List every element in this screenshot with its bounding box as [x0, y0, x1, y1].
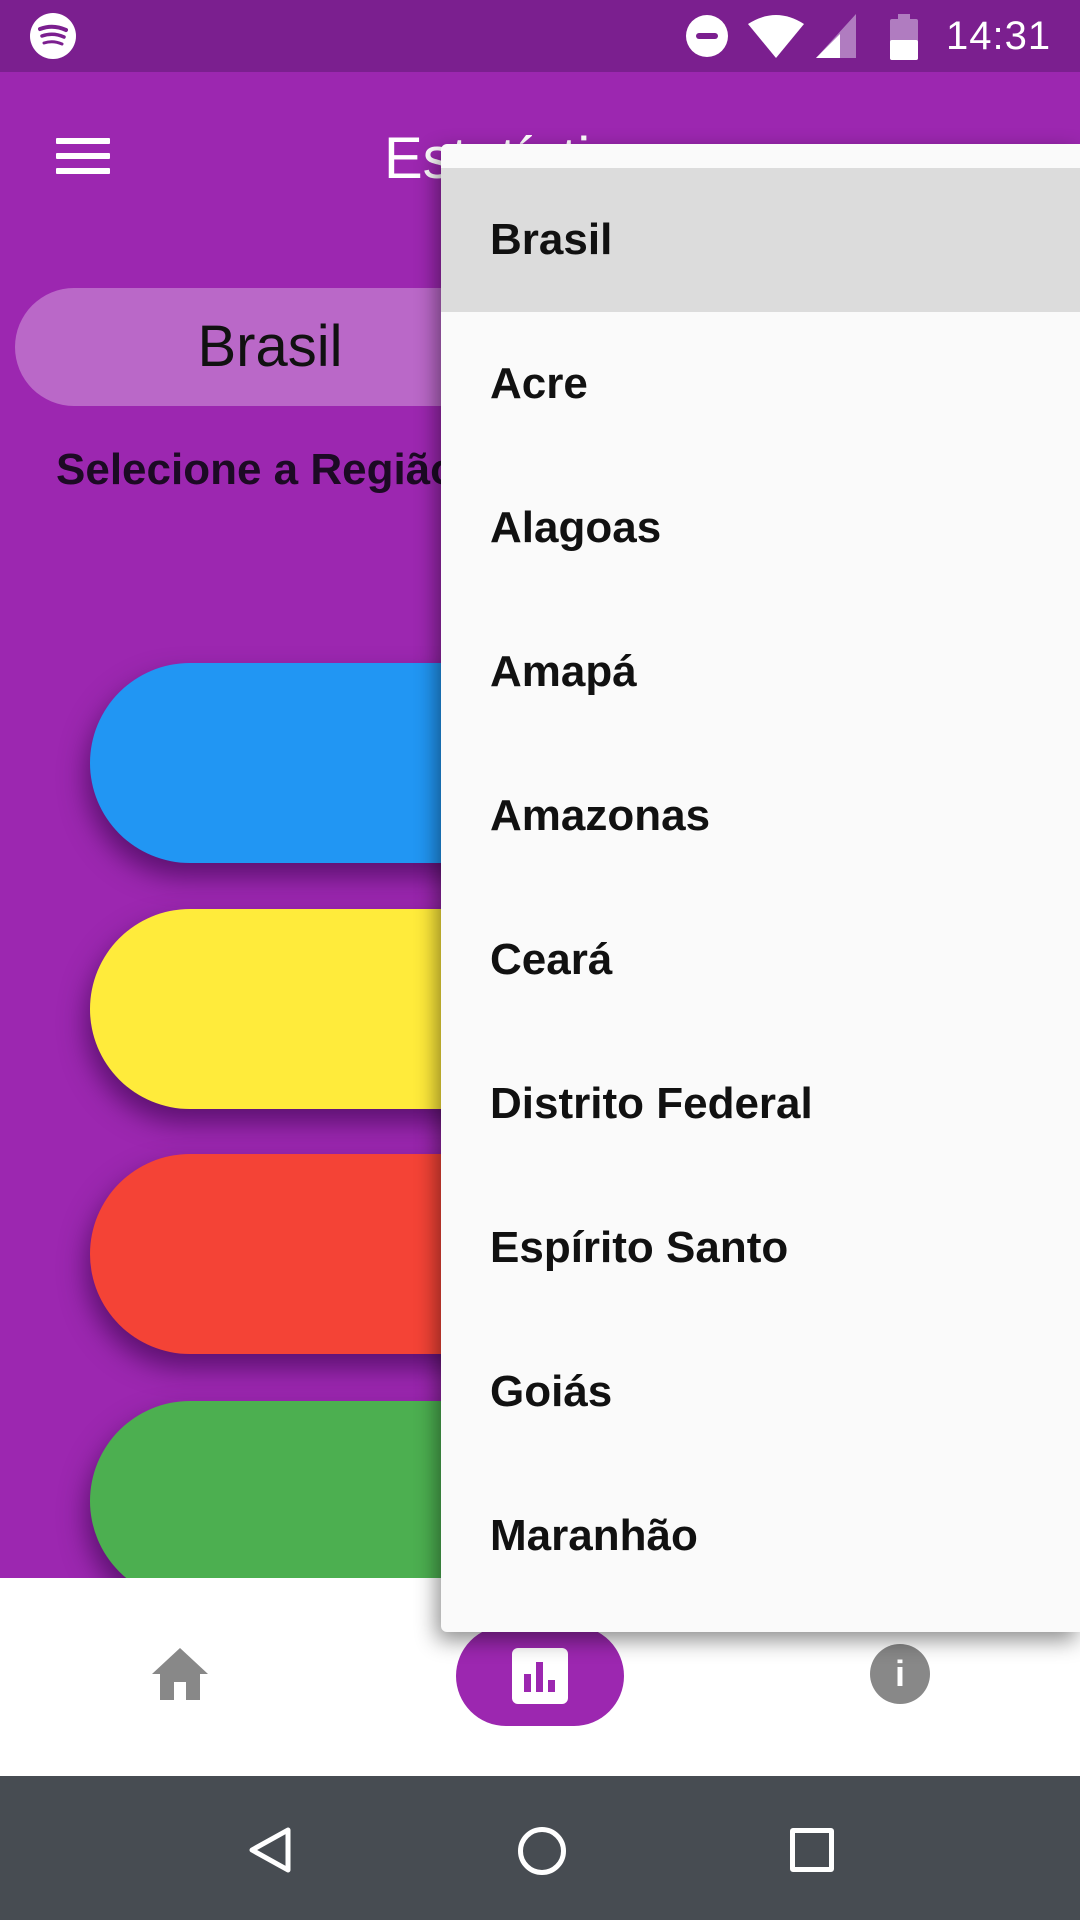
- dropdown-option[interactable]: Distrito Federal: [441, 1032, 1080, 1176]
- dropdown-option[interactable]: Alagoas: [441, 456, 1080, 600]
- dropdown-option[interactable]: Ceará: [441, 888, 1080, 1032]
- dropdown-option-label: Amazonas: [490, 791, 711, 840]
- dropdown-option[interactable]: Amazonas: [441, 744, 1080, 888]
- battery-icon: [890, 14, 918, 60]
- status-time: 14:31: [946, 14, 1052, 58]
- dropdown-option-label: Ceará: [490, 935, 613, 984]
- dropdown-option[interactable]: Acre: [441, 312, 1080, 456]
- region-hint: Selecione a Região: [56, 445, 458, 494]
- dropdown-option[interactable]: Brasil: [441, 168, 1080, 312]
- spotify-icon: [30, 13, 76, 59]
- bar-chart-icon[interactable]: [456, 1626, 624, 1726]
- signal-icon: [816, 14, 856, 58]
- dropdown-option[interactable]: Maranhão: [441, 1464, 1080, 1608]
- dropdown-option-label: Distrito Federal: [490, 1079, 813, 1128]
- dropdown-option[interactable]: Espírito Santo: [441, 1176, 1080, 1320]
- dropdown-option-label: Maranhão: [490, 1511, 698, 1560]
- dropdown-option-label: Goiás: [490, 1367, 613, 1416]
- dropdown-option-label: Brasil: [490, 215, 613, 264]
- home-circle-icon[interactable]: [518, 1827, 566, 1875]
- region-dropdown-menu: Brasil Acre Alagoas Amapá Amazonas Ceará…: [441, 144, 1080, 1632]
- info-icon[interactable]: i: [870, 1644, 930, 1704]
- home-icon[interactable]: [148, 1642, 212, 1706]
- status-bar: 14:31: [0, 0, 1080, 72]
- wifi-icon: [748, 15, 804, 58]
- do-not-disturb-icon: [686, 15, 728, 57]
- hamburger-menu-icon[interactable]: [56, 138, 112, 178]
- dropdown-option[interactable]: Goiás: [441, 1320, 1080, 1464]
- dropdown-option[interactable]: Amapá: [441, 600, 1080, 744]
- dropdown-option-label: Amapá: [490, 647, 637, 696]
- recents-icon[interactable]: [790, 1828, 834, 1872]
- system-navigation-bar: [0, 1776, 1080, 1920]
- dropdown-option-label: Espírito Santo: [490, 1223, 789, 1272]
- dropdown-option-label: Acre: [490, 359, 588, 408]
- back-icon[interactable]: [248, 1826, 292, 1874]
- dropdown-option-label: Alagoas: [490, 503, 662, 552]
